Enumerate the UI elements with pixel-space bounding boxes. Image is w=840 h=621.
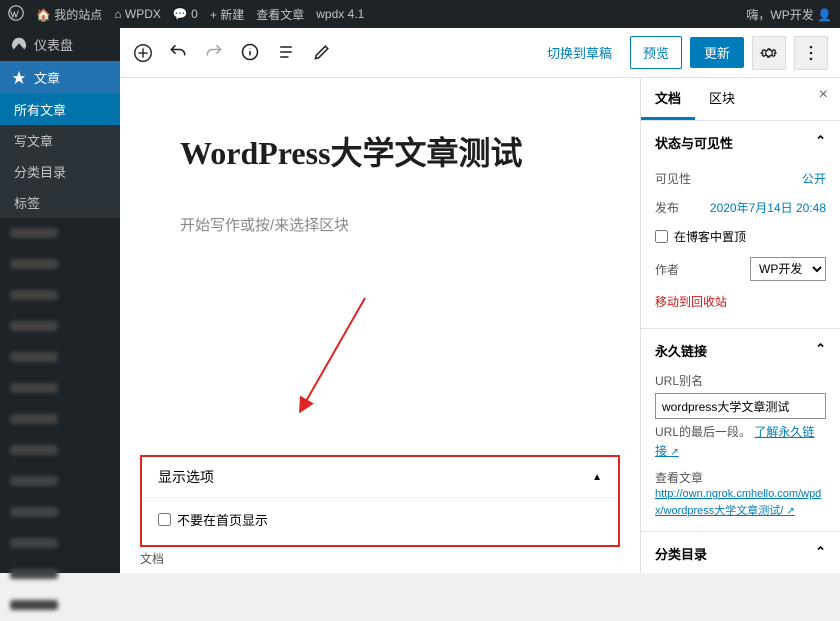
display-options-panel: 显示选项 ▲ 不要在首页显示 xyxy=(140,455,620,547)
site-link[interactable]: 🏠 我的站点 xyxy=(36,6,102,23)
dashboard-icon xyxy=(10,36,28,54)
more-options[interactable] xyxy=(794,36,828,70)
undo-icon[interactable] xyxy=(168,42,190,64)
panel-categories-header[interactable]: 分类目录⌃ xyxy=(641,532,840,573)
display-options-title: 显示选项 xyxy=(158,467,214,487)
comments-link[interactable]: 💬 0 xyxy=(173,7,198,21)
chevron-up-icon: ⌃ xyxy=(815,133,826,152)
new-link[interactable]: + 新建 xyxy=(210,6,244,23)
settings-toggle[interactable] xyxy=(752,36,786,70)
annotation-arrow xyxy=(295,293,375,413)
tab-document[interactable]: 文档 xyxy=(641,78,695,120)
submenu-tags[interactable]: 标签 xyxy=(0,187,120,218)
trash-link[interactable]: 移动到回收站 xyxy=(655,287,826,316)
submenu-categories[interactable]: 分类目录 xyxy=(0,156,120,187)
wp-logo-icon[interactable] xyxy=(8,5,24,24)
panel-status-header[interactable]: 状态与可见性⌃ xyxy=(641,121,840,164)
sticky-checkbox[interactable] xyxy=(655,230,668,243)
last-part-text: URL的最后一段。 xyxy=(655,425,751,439)
update-button[interactable]: 更新 xyxy=(690,37,744,68)
author-label: 作者 xyxy=(655,261,679,278)
submenu-new-post[interactable]: 写文章 xyxy=(0,125,120,156)
block-placeholder[interactable]: 开始写作或按/来选择区块 xyxy=(180,214,580,235)
collapse-icon[interactable]: ▲ xyxy=(592,472,602,483)
hide-homepage-checkbox[interactable] xyxy=(158,513,171,526)
footer-text: 文档 xyxy=(140,550,164,567)
redo-icon[interactable] xyxy=(204,42,226,64)
version-label: wpdx 4.1 xyxy=(316,7,364,21)
chevron-up-icon: ⌃ xyxy=(815,544,826,563)
submenu-all-posts[interactable]: 所有文章 xyxy=(0,94,120,125)
pin-icon xyxy=(10,69,28,87)
post-url-link[interactable]: http://own.ngrok.cmhello.com/wpdx/wordpr… xyxy=(655,486,826,519)
menu-label: 文章 xyxy=(34,68,60,87)
info-icon[interactable] xyxy=(240,42,262,64)
menu-label: 仪表盘 xyxy=(34,35,73,54)
menu-posts[interactable]: 文章 xyxy=(0,61,120,94)
greeting[interactable]: 嗨，WP开发 👤 xyxy=(746,6,832,23)
switch-draft-button[interactable]: 切换到草稿 xyxy=(537,37,622,68)
publish-value[interactable]: 2020年7月14日 20:48 xyxy=(710,199,826,216)
author-select[interactable]: WP开发 xyxy=(750,257,826,281)
preview-button[interactable]: 预览 xyxy=(630,36,682,69)
view-post-link[interactable]: 查看文章 xyxy=(256,6,304,23)
chevron-up-icon: ⌃ xyxy=(815,341,826,360)
menu-dashboard[interactable]: 仪表盘 xyxy=(0,28,120,61)
hide-homepage-label: 不要在首页显示 xyxy=(177,510,268,529)
post-title[interactable]: WordPress大学文章测试 xyxy=(180,128,580,174)
outline-icon[interactable] xyxy=(276,42,298,64)
publish-label: 发布 xyxy=(655,199,679,216)
view-post-label: 查看文章 xyxy=(655,469,826,486)
tab-block[interactable]: 区块 xyxy=(695,78,749,120)
slug-input[interactable] xyxy=(655,393,826,419)
add-block-icon[interactable] xyxy=(132,42,154,64)
external-icon: ↗ xyxy=(786,506,794,517)
external-icon: ↗ xyxy=(670,447,678,458)
edit-icon[interactable] xyxy=(312,42,334,64)
visibility-value[interactable]: 公开 xyxy=(802,170,826,187)
slug-label: URL别名 xyxy=(655,372,826,389)
close-panel-icon[interactable]: × xyxy=(807,78,840,120)
wpdx-link[interactable]: ⌂ WPDX xyxy=(114,7,161,21)
visibility-label: 可见性 xyxy=(655,170,691,187)
sticky-label: 在博客中置顶 xyxy=(674,228,746,245)
panel-permalink-header[interactable]: 永久链接⌃ xyxy=(641,329,840,372)
